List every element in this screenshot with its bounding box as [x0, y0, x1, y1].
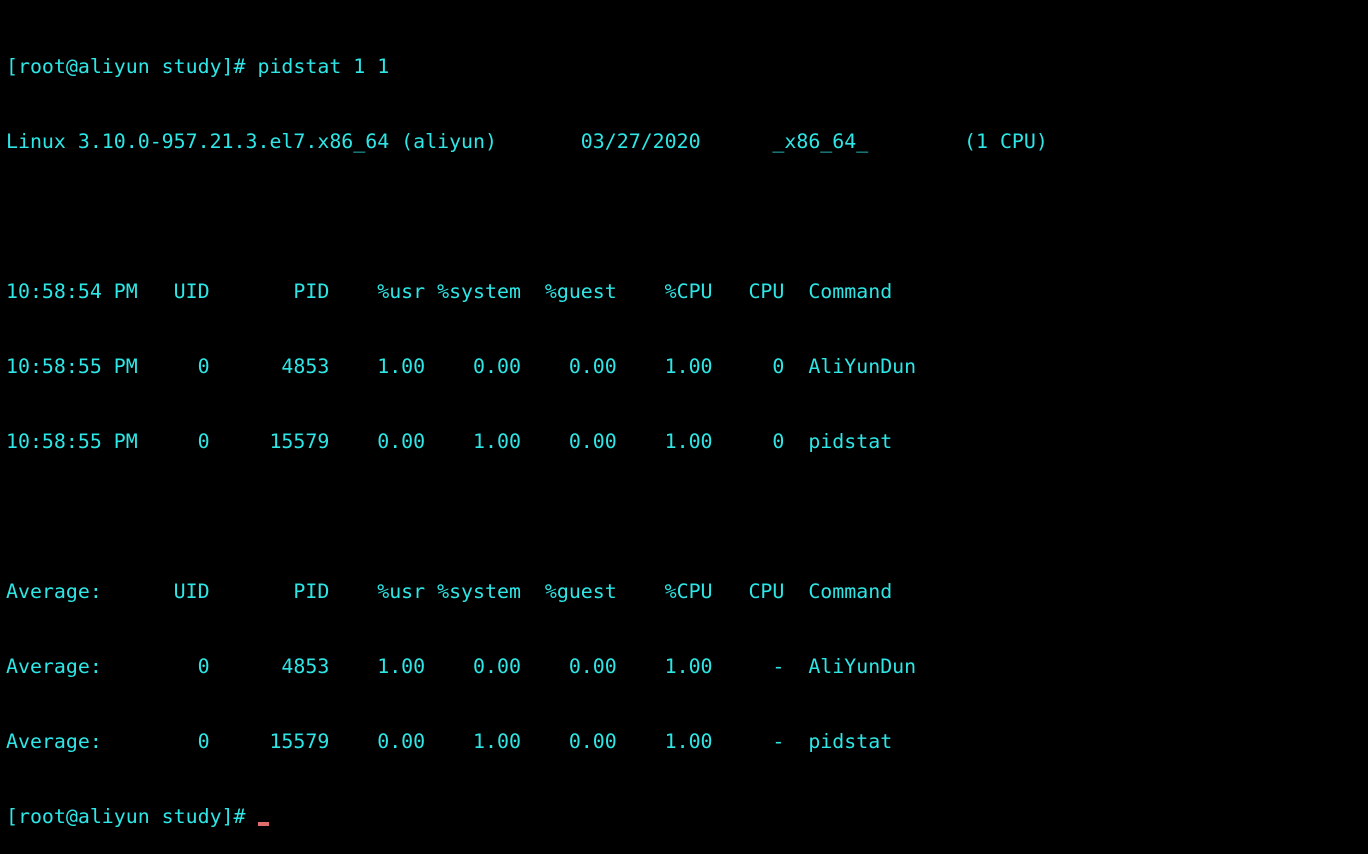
terminal-window[interactable]: [root@aliyun study]# pidstat 1 1 Linux 3…: [6, 4, 1362, 828]
prompt-line[interactable]: [root@aliyun study]#: [6, 804, 1362, 829]
average-header: Average: UID PID %usr %system %guest %CP…: [6, 580, 893, 603]
shell-prompt: [root@aliyun study]#: [6, 805, 258, 828]
table-row: 10:58:55 PM 0 4853 1.00 0.00 0.00 1.00 0…: [6, 355, 917, 378]
average-row: Average: 0 15579 0.00 1.00 0.00 1.00 - p…: [6, 730, 893, 753]
text-cursor: [258, 822, 270, 826]
average-row: Average: 0 4853 1.00 0.00 0.00 1.00 - Al…: [6, 655, 917, 678]
command-line: [root@aliyun study]# pidstat 1 1: [6, 55, 390, 78]
table-header: 10:58:54 PM UID PID %usr %system %guest …: [6, 280, 893, 303]
table-row: 10:58:55 PM 0 15579 0.00 1.00 0.00 1.00 …: [6, 430, 893, 453]
system-info-line: Linux 3.10.0-957.21.3.el7.x86_64 (aliyun…: [6, 130, 1048, 153]
